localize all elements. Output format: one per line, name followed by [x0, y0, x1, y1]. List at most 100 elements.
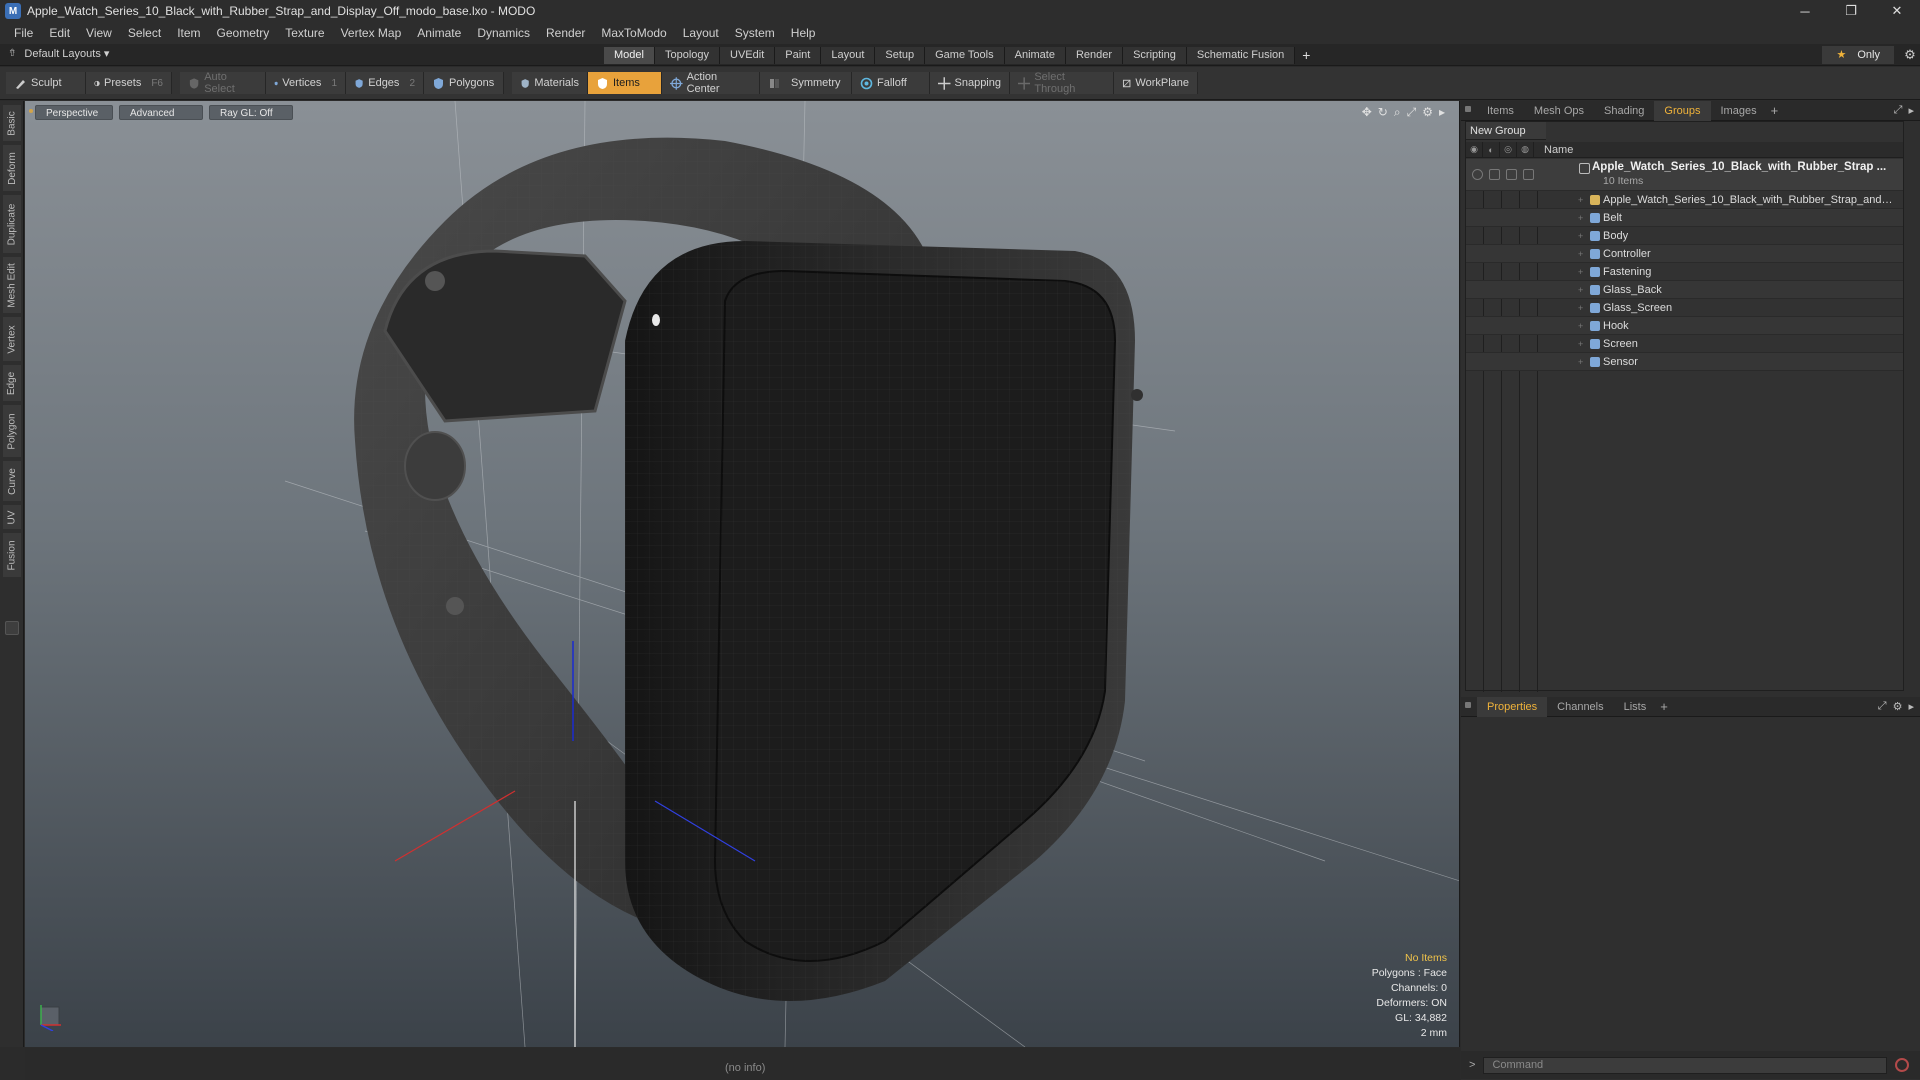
expand-dot-icon[interactable]: + — [1578, 191, 1583, 209]
tab-lists[interactable]: Lists — [1614, 697, 1657, 717]
expand-icon[interactable]: ⤢ — [1894, 104, 1903, 117]
menu-view[interactable]: View — [78, 22, 120, 44]
sculpt-button[interactable]: Sculpt — [6, 72, 86, 94]
strip-toggle-button[interactable] — [5, 621, 19, 635]
list-item[interactable]: + Glass_Back — [1466, 281, 1903, 299]
expand-dot-icon[interactable]: + — [1578, 353, 1583, 371]
tab-layout[interactable]: Layout — [821, 47, 876, 64]
auto-select-button[interactable]: Auto Select — [180, 71, 266, 95]
workplane-button[interactable]: WorkPlane — [1114, 72, 1198, 94]
menu-dynamics[interactable]: Dynamics — [469, 22, 538, 44]
vtab-vertex[interactable]: Vertex — [3, 317, 21, 361]
edges-button[interactable]: Edges 2 — [346, 72, 424, 94]
presets-button[interactable]: Presets F6 — [86, 72, 172, 94]
viewport-menu-dot[interactable] — [29, 109, 33, 113]
menu-edit[interactable]: Edit — [41, 22, 78, 44]
materials-button[interactable]: Materials — [512, 72, 588, 94]
tab-setup[interactable]: Setup — [875, 47, 926, 64]
panel-arrow-icon[interactable]: ▸ — [1908, 104, 1914, 117]
raygl-button[interactable]: Ray GL: Off — [209, 105, 293, 120]
vtab-duplicate[interactable]: Duplicate — [3, 195, 21, 253]
lock-header-icon[interactable]: ◎ — [1500, 141, 1517, 158]
add-panel-tab-button[interactable]: + — [1656, 699, 1672, 714]
layouts-dropdown[interactable]: ⇮ Default Layouts ▾ — [8, 47, 109, 60]
menu-geometry[interactable]: Geometry — [209, 22, 278, 44]
panel-arrow-icon[interactable]: ▸ — [1908, 700, 1914, 713]
vertices-button[interactable]: Vertices 1 — [266, 72, 346, 94]
vtab-polygon[interactable]: Polygon — [3, 405, 21, 457]
vtab-mesh-edit[interactable]: Mesh Edit — [3, 257, 21, 313]
list-item[interactable]: + Controller — [1466, 245, 1903, 263]
expand-dot-icon[interactable]: + — [1578, 245, 1583, 263]
collapse-up-icon[interactable]: ⇮ — [8, 48, 16, 59]
menu-layout[interactable]: Layout — [675, 22, 727, 44]
render-icon[interactable] — [1489, 169, 1500, 180]
tab-paint[interactable]: Paint — [775, 47, 822, 64]
menu-vertex-map[interactable]: Vertex Map — [333, 22, 410, 44]
symmetry-button[interactable]: Symmetry — [760, 72, 852, 94]
vtab-uv[interactable]: UV — [3, 505, 21, 529]
tab-channels[interactable]: Channels — [1547, 697, 1613, 717]
tab-items[interactable]: Items — [1477, 101, 1524, 121]
rotate-icon[interactable]: ↻ — [1378, 105, 1388, 120]
tab-game-tools[interactable]: Game Tools — [925, 47, 1005, 64]
vtab-deform[interactable]: Deform — [3, 145, 21, 191]
render-header-icon[interactable]: ◐ — [1483, 141, 1500, 158]
expand-dot-icon[interactable]: + — [1578, 281, 1583, 299]
expand-dot-icon[interactable]: + — [1578, 335, 1583, 353]
tab-mesh-ops[interactable]: Mesh Ops — [1524, 101, 1594, 121]
menu-help[interactable]: Help — [783, 22, 824, 44]
vtab-basic[interactable]: Basic — [3, 105, 21, 141]
tab-uvedit[interactable]: UVEdit — [720, 47, 776, 64]
add-panel-tab-button[interactable]: + — [1767, 103, 1783, 118]
panel-menu-icon[interactable] — [1465, 106, 1471, 112]
falloff-button[interactable]: Falloff — [852, 72, 930, 94]
select-icon[interactable] — [1523, 169, 1534, 180]
menu-maxtomodo[interactable]: MaxToModo — [593, 22, 674, 44]
tab-properties[interactable]: Properties — [1477, 696, 1548, 717]
tab-animate[interactable]: Animate — [1004, 47, 1066, 64]
expand-dot-icon[interactable]: + — [1578, 317, 1583, 335]
pan-icon[interactable]: ✥ — [1362, 105, 1372, 120]
fit-icon[interactable]: ⤢ — [1407, 105, 1417, 120]
menu-texture[interactable]: Texture — [277, 22, 332, 44]
lock-icon[interactable] — [1506, 169, 1517, 180]
panel-menu-icon[interactable] — [1465, 702, 1471, 708]
record-icon[interactable] — [1895, 1058, 1910, 1072]
list-item[interactable]: + Hook — [1466, 317, 1903, 335]
expand-dot-icon[interactable]: + — [1578, 209, 1583, 227]
tab-groups[interactable]: Groups — [1654, 100, 1711, 121]
menu-file[interactable]: File — [6, 22, 41, 44]
3d-viewport[interactable]: Perspective Advanced Ray GL: Off ✥ ↻ ⌕ ⤢… — [25, 101, 1460, 1047]
action-center-button[interactable]: Action Center — [662, 71, 760, 95]
expand-icon[interactable]: ⤢ — [1878, 700, 1887, 713]
expand-dot-icon[interactable]: + — [1578, 227, 1583, 245]
menu-animate[interactable]: Animate — [409, 22, 469, 44]
polygons-button[interactable]: Polygons — [424, 72, 504, 94]
tab-model[interactable]: Model — [604, 47, 655, 64]
list-item[interactable]: + Sensor — [1466, 353, 1903, 371]
tab-shading[interactable]: Shading — [1594, 101, 1654, 121]
select-through-button[interactable]: Select Through — [1010, 71, 1114, 95]
expand-dot-icon[interactable]: + — [1578, 263, 1583, 281]
menu-select[interactable]: Select — [120, 22, 169, 44]
menu-render[interactable]: Render — [538, 22, 593, 44]
list-item[interactable]: + Belt — [1466, 209, 1903, 227]
command-input[interactable]: Command — [1483, 1056, 1888, 1074]
tab-render[interactable]: Render — [1065, 47, 1124, 64]
only-toggle[interactable]: ★ Only — [1822, 46, 1894, 64]
tab-images[interactable]: Images — [1711, 101, 1767, 121]
minimize-button[interactable]: ─ — [1782, 0, 1828, 22]
eye-icon[interactable] — [1472, 169, 1483, 180]
tab-scripting[interactable]: Scripting — [1123, 47, 1187, 64]
menu-item[interactable]: Item — [169, 22, 208, 44]
new-group-button[interactable]: New Group — [1466, 122, 1546, 140]
gear-icon[interactable]: ⚙ — [1900, 47, 1920, 63]
vtab-curve[interactable]: Curve — [3, 461, 21, 501]
expand-dot-icon[interactable]: + — [1578, 299, 1583, 317]
list-item[interactable]: + Fastening — [1466, 263, 1903, 281]
advanced-button[interactable]: Advanced — [119, 105, 203, 120]
snapping-button[interactable]: Snapping — [930, 72, 1010, 94]
add-tab-button[interactable]: + — [1295, 47, 1317, 64]
name-column-header[interactable]: Name — [1534, 144, 1573, 156]
